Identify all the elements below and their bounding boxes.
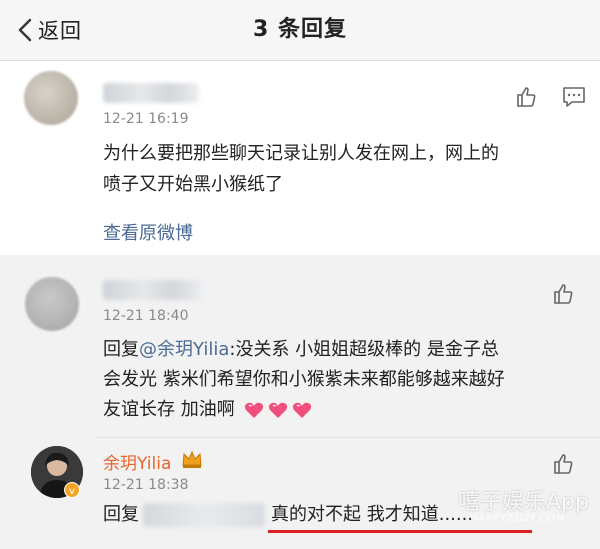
watermark-brand: 嘻子娱乐App (458, 490, 589, 515)
crown-icon (182, 450, 202, 468)
mention-redacted[interactable] (143, 503, 265, 527)
reply-username[interactable]: 余玥Yilia (103, 449, 171, 474)
highlight-underline (268, 530, 532, 533)
reply-text: :没关系 小姐姐超级棒的 是金子总 (229, 339, 499, 360)
like-icon[interactable] (514, 84, 540, 110)
comment-text-line-1: 为什么要把那些聊天记录让别人发在网上，网上的 (103, 143, 499, 164)
comment-timestamp: 12-21 16:19 (103, 111, 189, 127)
chevron-left-icon (18, 18, 32, 42)
avatar[interactable] (24, 71, 78, 125)
back-label: 返回 (38, 19, 82, 43)
like-icon[interactable] (551, 451, 577, 477)
heart-icon (293, 402, 312, 418)
reply-text: 真的对不起 我才知道...... (271, 504, 474, 525)
reply-text-line-2: 会发光 紫米们希望你和小猴紫未来都能够越来越好 (103, 369, 505, 390)
like-icon[interactable] (551, 281, 577, 307)
reply-section: 12-21 18:40 回复@余玥Yilia:没关系 小姐姐超级棒的 是金子总 … (0, 255, 600, 549)
reply-timestamp: 12-21 18:38 (103, 477, 189, 493)
heart-icon (245, 402, 264, 418)
reply-prefix: 回复 (103, 339, 139, 360)
back-button[interactable]: 返回 (16, 14, 82, 46)
divider (95, 437, 600, 438)
reply-prefix: 回复 (103, 504, 139, 525)
verified-badge-icon: v (64, 482, 80, 498)
username-redacted[interactable] (103, 280, 203, 300)
heart-emoji-group (244, 401, 312, 419)
username-redacted[interactable] (103, 83, 199, 103)
svg-text:v: v (69, 486, 75, 497)
mention-link[interactable]: @余玥Yilia (139, 339, 229, 360)
avatar[interactable] (25, 277, 79, 331)
reply-timestamp: 12-21 18:40 (103, 308, 189, 324)
watermark-site: HAPPYZUZI.COM (470, 513, 566, 524)
view-original-weibo-link[interactable]: 查看原微博 (103, 219, 193, 245)
page-title: 3 条回复 (253, 17, 347, 42)
comment-text-line-2: 喷子又开始黑小猴纸了 (103, 174, 283, 195)
reply-text: 友谊长存 加油啊 (103, 399, 235, 420)
heart-icon (269, 402, 288, 418)
reply-text-line-3: 友谊长存 加油啊 (103, 395, 312, 425)
main-comment-card: 12-21 16:19 为什么要把那些聊天记录让别人发在网上，网上的 喷子又开始… (0, 61, 600, 253)
comment-icon[interactable] (561, 84, 587, 110)
reply-text-line-1: 回复@余玥Yilia:没关系 小姐姐超级棒的 是金子总 (103, 335, 499, 365)
